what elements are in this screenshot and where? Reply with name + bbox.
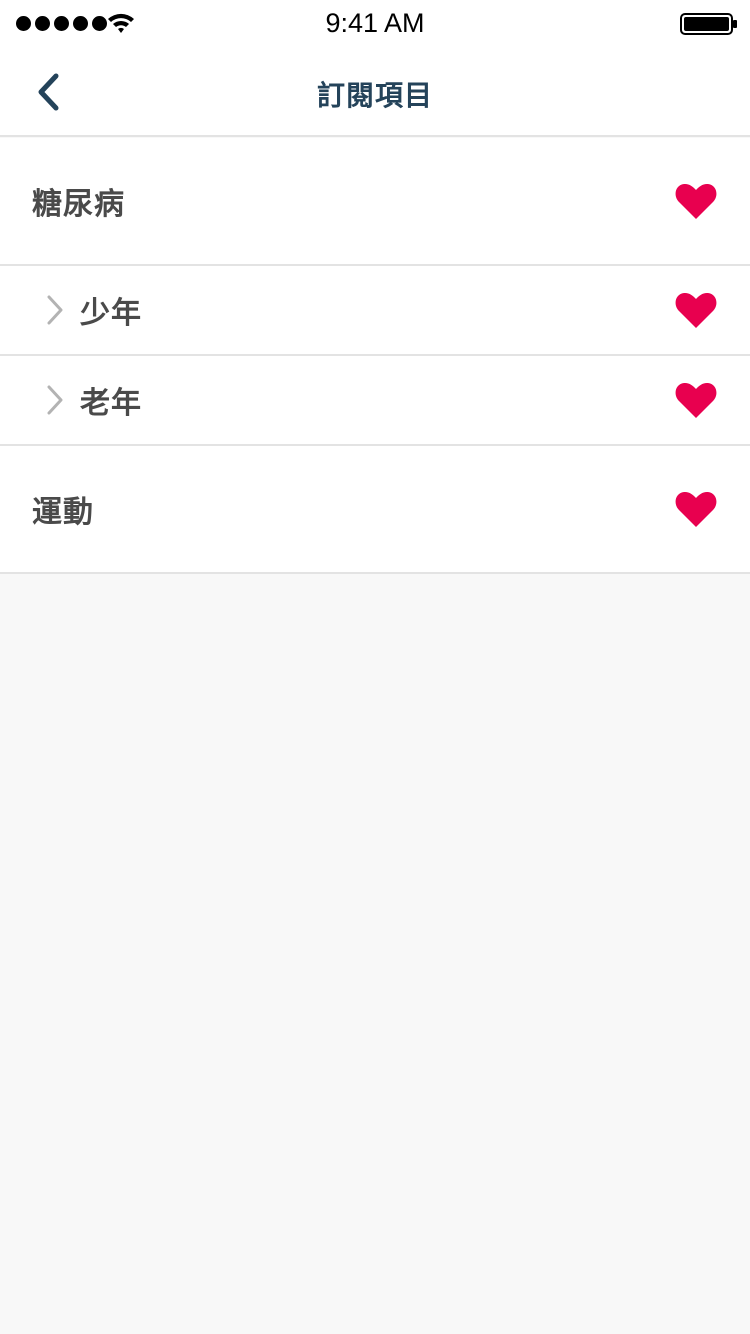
status-time: 9:41 AM xyxy=(325,8,425,38)
heart-icon[interactable] xyxy=(674,381,718,419)
list-item-exercise[interactable]: 運動 xyxy=(0,446,750,574)
status-bar: 9:41 AM xyxy=(0,0,750,48)
battery-icon xyxy=(680,13,737,35)
list-item-label: 糖尿病 xyxy=(32,187,125,222)
heart-icon[interactable] xyxy=(674,490,718,528)
list-item-youth[interactable]: 少年 xyxy=(0,266,750,356)
chevron-right-icon xyxy=(47,295,63,325)
list-item-label: 老年 xyxy=(80,386,142,421)
heart-icon[interactable] xyxy=(674,182,718,220)
heart-icon[interactable] xyxy=(674,291,718,329)
navigation-bar: 訂閱項目 xyxy=(0,48,750,137)
subscription-list: 糖尿病 少年 老年 運動 xyxy=(0,138,750,574)
list-item-diabetes[interactable]: 糖尿病 xyxy=(0,138,750,266)
list-item-elderly[interactable]: 老年 xyxy=(0,356,750,446)
app-screen: 9:41 AM 訂閱項目 糖尿病 少年 老年 運動 xyxy=(0,0,750,1334)
chevron-right-icon xyxy=(47,385,63,415)
page-title: 訂閱項目 xyxy=(316,79,433,112)
list-item-label: 運動 xyxy=(32,495,94,530)
list-item-label: 少年 xyxy=(80,296,142,331)
